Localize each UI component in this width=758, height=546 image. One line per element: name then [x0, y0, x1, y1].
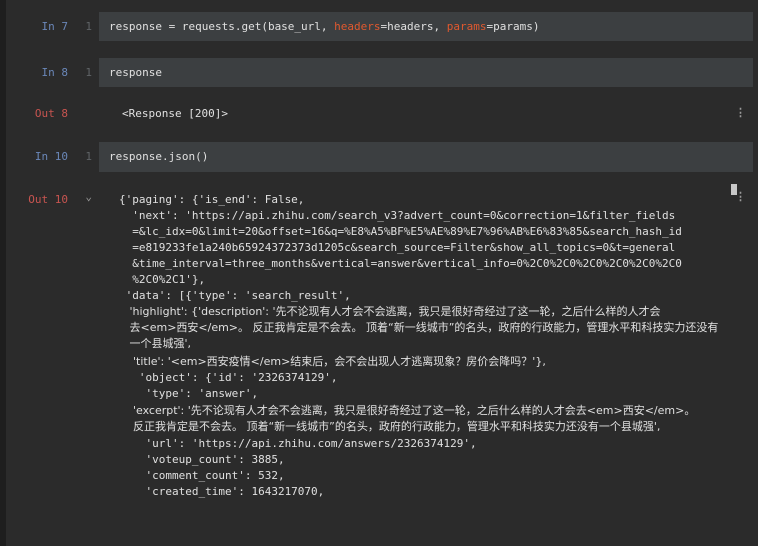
- json-output-line: {'paging': {'is_end': False,: [119, 193, 305, 206]
- json-output-line: 'voteup_count': 3885,: [119, 453, 285, 466]
- code-token-param: headers: [334, 20, 381, 33]
- line-number: 1: [85, 150, 92, 163]
- json-output-line: 'excerpt': '先不论现有人才会不会逃离，我只是很好奇经过了这一轮，之后…: [119, 404, 696, 417]
- collapse-chevron-icon[interactable]: ⌄: [80, 190, 92, 203]
- json-output-line: &time_interval=three_months&vertical=ans…: [119, 257, 682, 270]
- json-output-line: 'data': [{'type': 'search_result',: [119, 289, 351, 302]
- out-label: Out 10: [28, 193, 68, 206]
- in-label: In 7: [41, 20, 69, 33]
- code-input-box[interactable]: [99, 58, 753, 87]
- line-number: 1: [85, 20, 92, 33]
- notebook-cell-in-8[interactable]: In 8 1 response Out 8 <Response [200]> ⋮: [6, 55, 758, 135]
- notebook-cell-in-7[interactable]: In 7 1 response = requests.get(base_url,…: [6, 0, 758, 48]
- json-output-line: =&lc_idx=0&limit=20&offset=16&q=%E8%A5%B…: [119, 225, 682, 238]
- json-output-line: 去<em>西安</em>。 反正我肯定是不会去。 顶着“新一线城市”的名头，政府…: [119, 321, 719, 334]
- more-options-icon[interactable]: ⋮: [735, 190, 746, 203]
- json-output-line: 'object': {'id': '2326374129',: [119, 371, 338, 384]
- json-output-line: %2C0%2C1'},: [119, 273, 206, 286]
- json-output-line: 'next': 'https://api.zhihu.com/search_v3…: [119, 209, 676, 222]
- json-output-line: 'title': '<em>西安疫情</em>结束后，会不会出现人才逃离现象？房…: [119, 355, 546, 368]
- json-output-line: 'comment_count': 532,: [119, 469, 285, 482]
- json-output-line: =e819233fe1a240b65924372373d1205c&search…: [119, 241, 676, 254]
- json-output-line: 反正我肯定是不会去。 顶着“新一线城市”的名头，政府的行政能力，管理水平和科技实…: [119, 420, 661, 433]
- line-number: 1: [85, 66, 92, 79]
- more-options-icon[interactable]: ⋮: [735, 106, 746, 119]
- out-label: Out 8: [34, 107, 68, 120]
- code-token: response = requests.get(base_url,: [109, 20, 335, 33]
- code-line[interactable]: response.json(): [109, 150, 208, 163]
- in-label: In 10: [34, 150, 68, 163]
- notebook-cell-in-10[interactable]: In 10 1 response.json() Out 10 ⌄ ⋮ {'pag…: [6, 140, 758, 546]
- json-output-line: 'created_time': 1643217070,: [119, 485, 325, 498]
- code-token: =params): [486, 20, 540, 33]
- code-line[interactable]: response: [109, 66, 162, 79]
- in-label: In 8: [41, 66, 69, 79]
- json-output-line: 'highlight': {'description': '先不论现有人才会不会…: [119, 305, 661, 318]
- code-token: =headers,: [380, 20, 447, 33]
- output-text: <Response [200]>: [122, 107, 228, 120]
- json-output-line: 'type': 'answer',: [119, 387, 259, 400]
- json-output-line: 'url': 'https://api.zhihu.com/answers/23…: [119, 437, 477, 450]
- json-output-line: 一个县城强',: [119, 337, 192, 350]
- code-line[interactable]: response = requests.get(base_url, header…: [109, 20, 540, 33]
- code-token-param: params: [446, 20, 487, 33]
